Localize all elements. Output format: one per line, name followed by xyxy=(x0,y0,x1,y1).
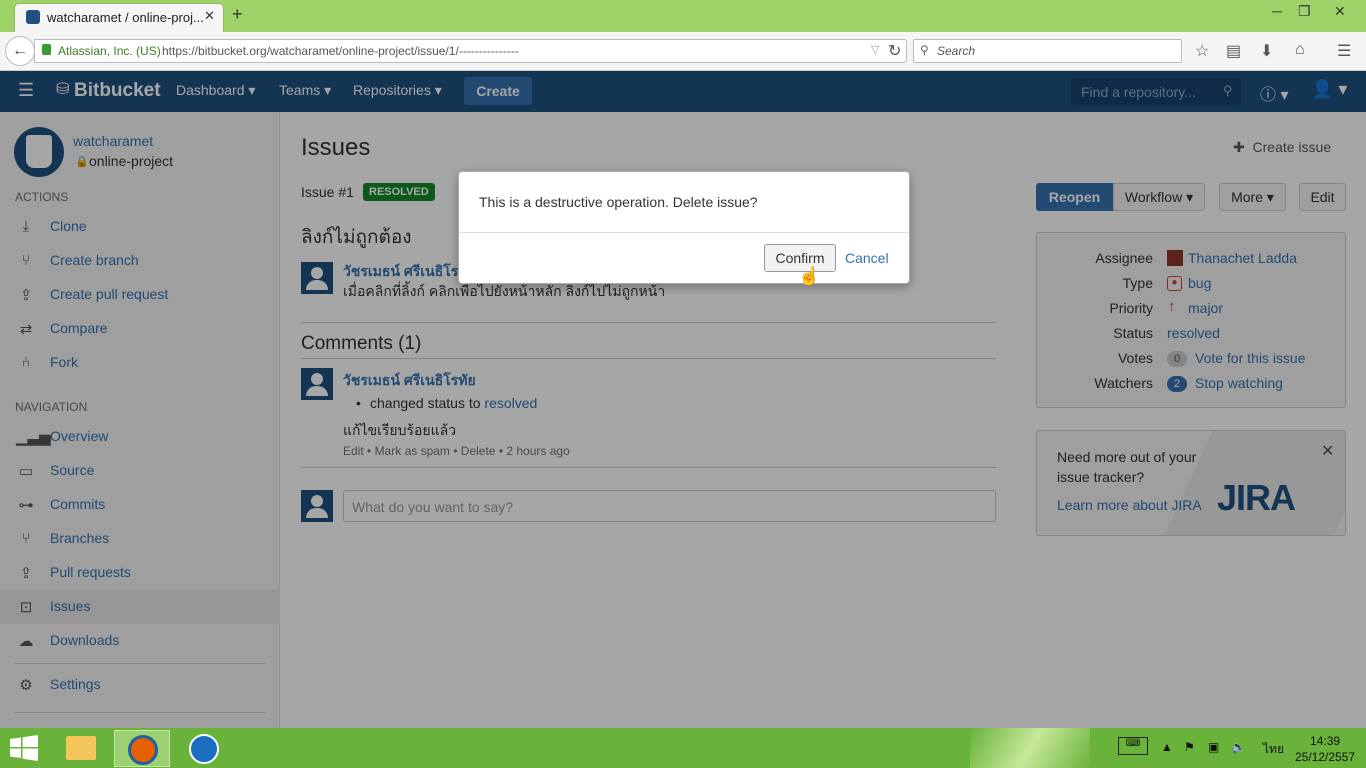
dialog-divider xyxy=(459,232,909,233)
restore-icon[interactable]: ❐ xyxy=(1298,3,1311,20)
reload-icon[interactable]: ↻ xyxy=(888,41,901,61)
browser-tab[interactable]: watcharamet / online-proj... ✕ xyxy=(14,3,224,32)
hand-cursor-icon: ☝ xyxy=(798,266,821,286)
url-text[interactable]: https://bitbucket.org/watcharamet/online… xyxy=(162,44,519,58)
tab-title: watcharamet / online-proj... xyxy=(47,10,204,25)
minimize-icon[interactable]: ─ xyxy=(1272,3,1282,19)
app-icon[interactable] xyxy=(176,730,232,767)
clock[interactable]: 14:39 25/12/2557 xyxy=(1295,733,1355,765)
dialog-message: This is a destructive operation. Delete … xyxy=(479,194,758,210)
bookmark-star-icon[interactable]: ☆ xyxy=(1195,41,1209,61)
search-icon: ⚲ xyxy=(920,43,929,57)
delete-confirm-dialog: This is a destructive operation. Delete … xyxy=(458,171,910,284)
close-window-icon[interactable]: ✕ xyxy=(1334,3,1346,20)
clock-date: 25/12/2557 xyxy=(1295,750,1356,764)
taskbar-glare xyxy=(970,728,1090,768)
network-icon[interactable]: ▣ xyxy=(1208,740,1219,754)
clock-time: 14:39 xyxy=(1310,734,1341,748)
show-hidden-icons-icon[interactable]: ▲ xyxy=(1161,740,1173,754)
cancel-link[interactable]: Cancel xyxy=(845,250,889,266)
volume-icon[interactable]: 🔈 xyxy=(1231,740,1246,754)
windows-start-icon[interactable] xyxy=(10,735,38,761)
bitbucket-favicon-icon xyxy=(26,10,40,24)
modal-overlay[interactable] xyxy=(0,71,1366,728)
close-tab-icon[interactable]: ✕ xyxy=(204,8,215,24)
keyboard-icon[interactable]: ⌨ xyxy=(1118,737,1148,755)
site-identity[interactable]: Atlassian, Inc. (US) xyxy=(58,44,161,58)
hamburger-menu-icon[interactable]: ☰ xyxy=(1337,41,1351,61)
search-placeholder: Search xyxy=(937,44,976,58)
lock-icon xyxy=(42,44,51,55)
back-arrow-icon[interactable]: ← xyxy=(5,36,35,66)
home-icon[interactable]: ⌂ xyxy=(1295,41,1305,59)
file-explorer-icon[interactable] xyxy=(53,730,109,767)
new-tab-icon[interactable]: + xyxy=(232,4,243,25)
language-indicator[interactable]: ไทย xyxy=(1263,740,1284,759)
firefox-icon[interactable] xyxy=(114,730,170,767)
downloads-icon[interactable]: ⬇ xyxy=(1260,41,1273,61)
bookmarks-list-icon[interactable]: ▤ xyxy=(1226,41,1241,61)
browser-search-input[interactable]: ⚲ Search xyxy=(913,39,1182,63)
flag-icon[interactable]: ⚑ xyxy=(1184,740,1195,754)
dropdown-arrow-icon[interactable]: ▽ xyxy=(871,43,879,56)
